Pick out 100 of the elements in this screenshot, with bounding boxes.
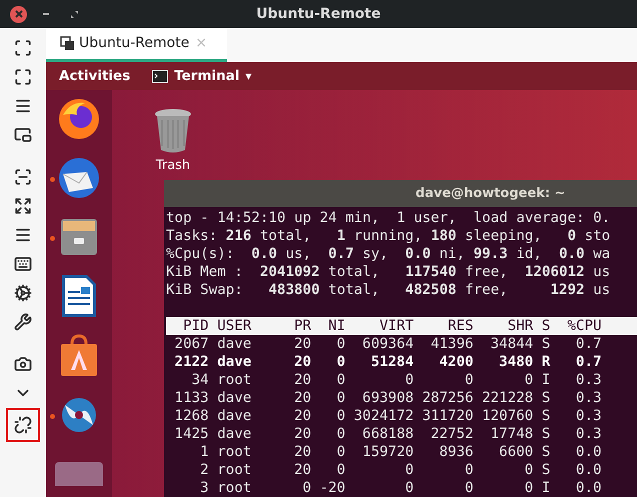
menu-icon — [14, 97, 32, 115]
settings-icon — [14, 284, 32, 302]
terminal-line: %Cpu(s): 0.0 us, 0.7 sy, 0.0 ni, 99.3 id, 0.0 wa — [166, 245, 610, 263]
table-cell-text: 20 — [293, 389, 312, 407]
table-cell-text: 159720 — [361, 443, 414, 461]
window-icon — [14, 126, 32, 144]
terminal-line: Tasks: 216 total, 1 running, 180 sleeping, 0 sto — [166, 227, 610, 245]
table-cell-text: dave — [216, 407, 252, 425]
table-cell-text: 20 — [293, 407, 312, 425]
table-cell-text: 0 — [464, 371, 474, 389]
table-cell-text: 0.7 — [574, 335, 602, 353]
trash-can-icon[interactable] — [154, 108, 192, 154]
fullscreen-icon — [14, 68, 32, 86]
camera-icon — [14, 355, 32, 373]
terminal-line: top - 14:52:10 up 24 min, 1 user, load average: 0. — [166, 209, 610, 227]
table-cell-text: 0 — [404, 371, 414, 389]
app-menu[interactable]: Terminal ▾ — [152, 66, 252, 86]
column-header: USER — [216, 317, 252, 335]
table-cell-text: 1425 — [174, 425, 209, 443]
table-cell-text: 0.3 — [574, 407, 602, 425]
terminal-icon — [152, 70, 168, 82]
table-cell-text: 20 — [293, 335, 312, 353]
column-header: PR — [293, 317, 312, 335]
broken-link-icon — [14, 416, 32, 434]
dock-app-button[interactable] — [57, 156, 101, 200]
terminal-line: KiB Swap: 483800 total, 482508 free, 1292 us — [166, 281, 610, 299]
table-cell-text: 22752 — [430, 425, 474, 443]
fox-globe-icon — [57, 97, 101, 142]
shopping-bag-icon — [58, 334, 100, 378]
table-cell-text: 0 — [302, 479, 312, 497]
toolbar-button[interactable] — [6, 408, 40, 442]
table-cell-text: dave — [216, 353, 252, 371]
table-cell-text: 2122 — [174, 353, 209, 371]
table-cell-text: R — [540, 353, 550, 371]
table-cell-text: 0.3 — [574, 371, 602, 389]
terminal-title: dave@howtogeek: ~ — [416, 184, 566, 203]
table-cell-text: 8936 — [438, 443, 474, 461]
table-cell-text: 0.3 — [574, 425, 602, 443]
table-cell-text: 34844 — [490, 335, 534, 353]
table-cell-text: dave — [216, 425, 252, 443]
table-cell-text: S — [540, 443, 550, 461]
table-cell-text: 221228 — [480, 389, 534, 407]
table-cell-text: 0 — [336, 407, 346, 425]
table-cell-text: I — [540, 479, 550, 497]
column-header: RES — [446, 317, 474, 335]
table-cell-text: 20 — [293, 461, 312, 479]
table-cell-text: root — [216, 479, 252, 497]
table-cell-text: S — [540, 407, 550, 425]
monitor-icon — [55, 462, 103, 486]
table-cell-text: dave — [216, 335, 252, 353]
table-cell-text: 668188 — [361, 425, 414, 443]
table-cell-text: 311720 — [421, 407, 474, 425]
table-cell-text: 0 — [524, 479, 534, 497]
table-cell-text: 0.7 — [574, 353, 602, 371]
table-cell-text: 0 — [336, 353, 346, 371]
scan-frame-icon — [14, 39, 32, 57]
maximize-icon[interactable] — [71, 10, 78, 18]
dock-app-button[interactable] — [59, 273, 99, 320]
table-cell-text: 0.0 — [574, 443, 602, 461]
table-cell-text: 0 — [336, 461, 346, 479]
window-title: Ubuntu-Remote — [256, 4, 381, 24]
table-cell-text: 0 — [464, 461, 474, 479]
dock-app-button[interactable] — [57, 97, 101, 142]
table-cell-text: 0 — [404, 461, 414, 479]
envelope-globe-icon — [57, 156, 101, 200]
table-cell-text: 2067 — [174, 335, 209, 353]
column-header: PID — [182, 317, 209, 335]
caret-icon: ▾ — [246, 67, 252, 85]
table-cell-text: 20 — [293, 443, 312, 461]
table-cell-text: 51284 — [370, 353, 414, 371]
table-cell-text: 0.0 — [574, 479, 602, 497]
table-cell-text: 20 — [293, 353, 312, 371]
table-cell-text: 34 — [190, 371, 209, 389]
table-cell-text: -20 — [318, 479, 346, 497]
menu-icon — [14, 226, 32, 244]
table-cell-text: 120760 — [480, 407, 534, 425]
tab-label: Ubuntu-Remote — [79, 34, 190, 53]
table-cell-text: 0 — [524, 371, 534, 389]
table-cell-text: 0.0 — [574, 461, 602, 479]
close-icon — [14, 10, 22, 18]
table-cell-text: 3480 — [498, 353, 534, 371]
table-cell-text: 0 — [336, 371, 346, 389]
table-cell-text: 0 — [404, 479, 414, 497]
table-cell-text: 1 — [199, 443, 209, 461]
dock-app-button[interactable] — [58, 334, 100, 378]
table-cell-text: 2 — [199, 461, 209, 479]
terminal-line: KiB Mem : 2041092 total, 117540 free, 1206012 us — [166, 263, 610, 281]
table-cell-text: 693908 — [361, 389, 414, 407]
table-cell-text: dave — [216, 389, 252, 407]
table-cell-text: 3 — [199, 479, 209, 497]
table-cell-text: 17748 — [490, 425, 534, 443]
close-button[interactable] — [10, 6, 27, 22]
table-cell-text: 0.3 — [574, 389, 602, 407]
table-cell-text: 287256 — [421, 389, 474, 407]
table-cell-text: 0 — [336, 335, 346, 353]
table-cell-text: 0 — [464, 479, 474, 497]
tab[interactable]: Ubuntu-Remote × — [46, 28, 227, 62]
column-header: S — [540, 317, 550, 335]
minimize-icon[interactable] — [43, 12, 49, 16]
activities-button[interactable]: Activities — [59, 66, 130, 86]
